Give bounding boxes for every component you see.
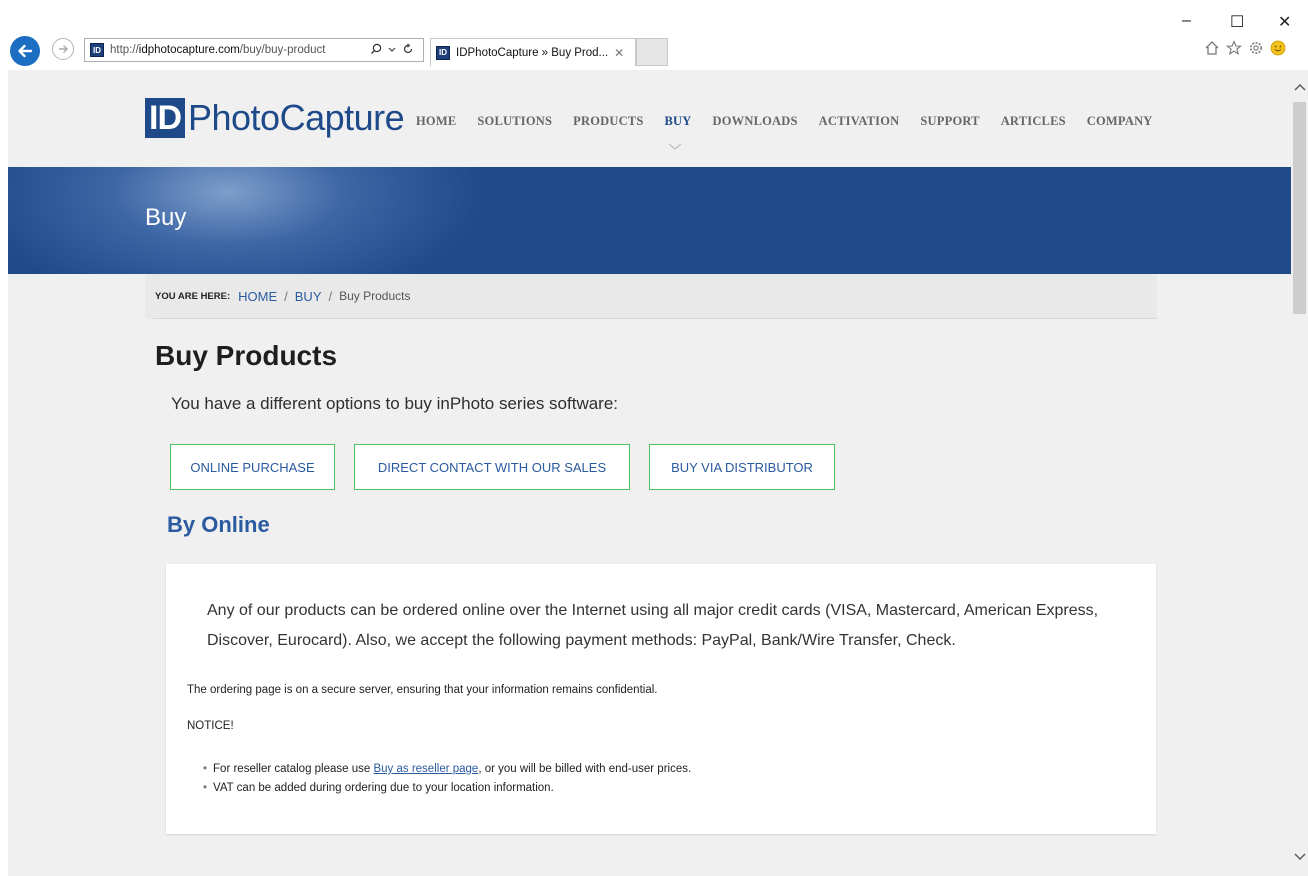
- dropdown-icon[interactable]: [388, 43, 396, 58]
- url-host: idphotocapture.com: [138, 44, 240, 56]
- new-tab-button[interactable]: [636, 38, 668, 66]
- list-item-text: , or you will be billed with end-user pr…: [478, 763, 692, 775]
- close-window-button[interactable]: ✕: [1278, 12, 1291, 32]
- window-frame: [0, 0, 8, 876]
- banner-title: Buy: [145, 204, 187, 231]
- scroll-up-icon[interactable]: [1291, 78, 1308, 94]
- list-item-text: VAT can be added during ordering due to …: [213, 782, 554, 794]
- nav-activation[interactable]: ACTIVATION: [819, 114, 900, 129]
- bullet-icon: •: [203, 763, 208, 775]
- browser-tab[interactable]: ID IDPhotoCapture » Buy Prod... ✕: [430, 38, 636, 66]
- tab-favicon: ID: [436, 45, 450, 60]
- main-nav: HOME SOLUTIONS PRODUCTS BUY DOWNLOADS AC…: [416, 114, 1174, 129]
- intro-text: You have a different options to buy inPh…: [171, 394, 619, 413]
- online-info-card: Any of our products can be ordered onlin…: [166, 564, 1156, 834]
- scroll-down-icon[interactable]: [1291, 848, 1308, 864]
- nav-downloads[interactable]: DOWNLOADS: [713, 114, 798, 129]
- page-viewport: ID PhotoCapture HOME SOLUTIONS PRODUCTS …: [8, 70, 1291, 876]
- breadcrumb: YOU ARE HERE: HOME / BUY / Buy Products: [145, 274, 1157, 318]
- breadcrumb-current: Buy Products: [339, 289, 411, 303]
- url-prefix: http://: [110, 44, 139, 56]
- smiley-icon[interactable]: [1270, 40, 1286, 61]
- scrollbar-thumb[interactable]: [1293, 102, 1306, 314]
- nav-products[interactable]: PRODUCTS: [573, 114, 643, 129]
- nav-active-caret-icon: [668, 143, 682, 150]
- address-url[interactable]: http://idphotocapture.com/buy/buy-produc…: [110, 44, 366, 56]
- refresh-icon[interactable]: [402, 42, 414, 58]
- payment-methods-text: Any of our products can be ordered onlin…: [207, 602, 1099, 649]
- gear-icon[interactable]: [1248, 40, 1264, 61]
- tab-close-icon[interactable]: ✕: [614, 46, 624, 60]
- breadcrumb-separator: /: [328, 288, 333, 304]
- site-favicon: ID: [90, 43, 104, 57]
- vertical-scrollbar[interactable]: [1291, 70, 1308, 876]
- star-icon[interactable]: [1225, 40, 1243, 61]
- page-title: Buy Products: [155, 340, 338, 371]
- notice-list: • For reseller catalog please use Buy as …: [203, 760, 691, 798]
- nav-articles[interactable]: ARTICLES: [1001, 114, 1066, 129]
- tab-title: IDPhotoCapture » Buy Prod...: [456, 46, 609, 59]
- site-logo[interactable]: ID PhotoCapture: [145, 97, 405, 139]
- maximize-button[interactable]: ☐: [1230, 12, 1244, 32]
- minimize-button[interactable]: –: [1182, 12, 1191, 30]
- list-item: • VAT can be added during ordering due to…: [203, 779, 691, 798]
- breadcrumb-label: YOU ARE HERE:: [155, 290, 231, 302]
- list-item-text: For reseller catalog please use: [213, 763, 374, 775]
- address-bar[interactable]: ID http://idphotocapture.com/buy/buy-pro…: [84, 38, 424, 62]
- reseller-page-link[interactable]: Buy as reseller page: [373, 763, 478, 775]
- breadcrumb-buy[interactable]: BUY: [295, 289, 322, 304]
- buy-via-distributor-button[interactable]: BUY VIA DISTRIBUTOR: [649, 444, 835, 490]
- breadcrumb-separator: /: [284, 288, 288, 304]
- forward-button[interactable]: [52, 38, 74, 60]
- bullet-icon: •: [203, 782, 208, 794]
- list-item: • For reseller catalog please use Buy as …: [203, 760, 691, 779]
- url-path: /buy/buy-product: [239, 44, 326, 56]
- notice-text: NOTICE!: [187, 720, 234, 732]
- back-arrow-icon: [18, 44, 33, 58]
- direct-contact-sales-button[interactable]: DIRECT CONTACT WITH OUR SALES: [354, 444, 630, 490]
- nav-support[interactable]: SUPPORT: [920, 114, 979, 129]
- search-icon[interactable]: [370, 43, 382, 58]
- divider: [153, 318, 1157, 319]
- home-icon[interactable]: [1204, 40, 1220, 61]
- nav-company[interactable]: COMPANY: [1087, 114, 1153, 129]
- nav-home[interactable]: HOME: [416, 114, 456, 129]
- page-banner: Buy: [8, 167, 1291, 274]
- secure-server-text: The ordering page is on a secure server,…: [187, 684, 658, 696]
- section-heading: By Online: [167, 512, 270, 537]
- logo-wordmark: PhotoCapture: [188, 97, 405, 138]
- back-button[interactable]: [10, 36, 40, 66]
- breadcrumb-home[interactable]: HOME: [238, 289, 277, 304]
- online-purchase-button[interactable]: ONLINE PURCHASE: [170, 444, 335, 490]
- forward-arrow-icon: [59, 45, 68, 53]
- nav-buy[interactable]: BUY: [665, 114, 692, 129]
- nav-solutions[interactable]: SOLUTIONS: [477, 114, 552, 129]
- logo-id-mark: ID: [145, 98, 185, 138]
